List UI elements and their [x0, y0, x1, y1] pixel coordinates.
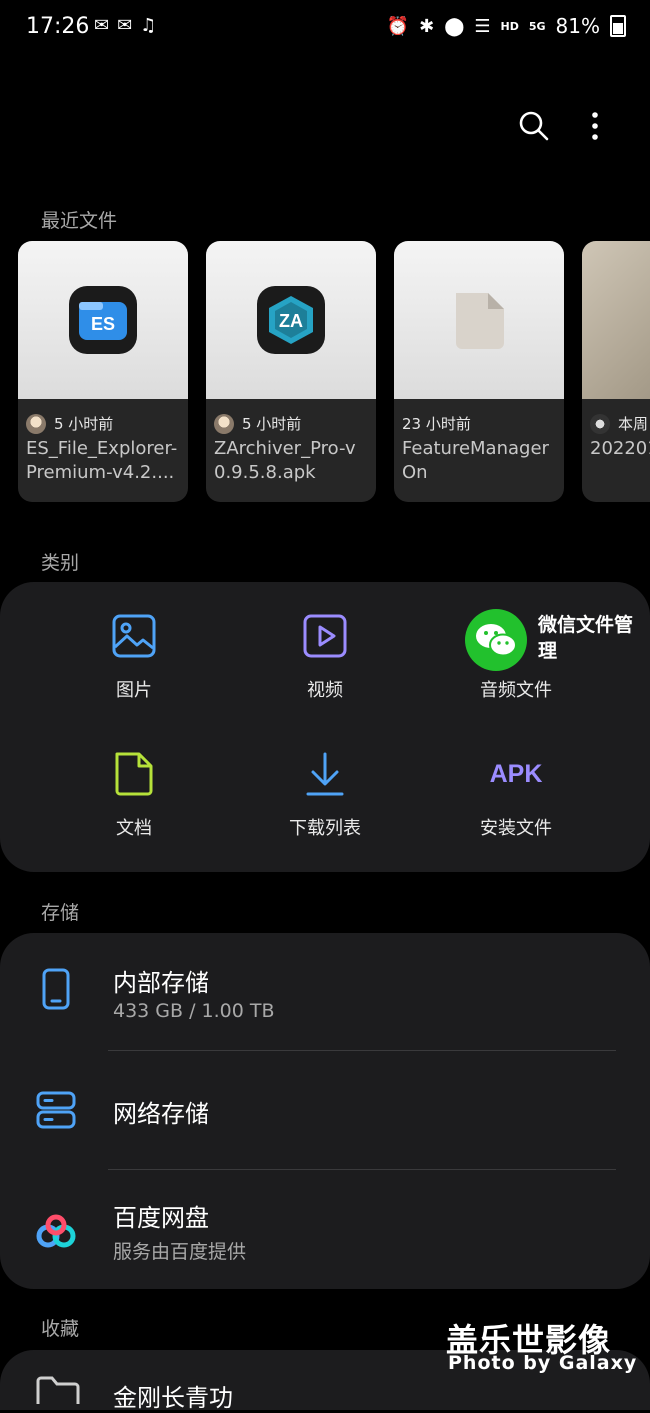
phone-icon	[34, 967, 78, 1011]
storage-title: 网络存储	[113, 1100, 209, 1128]
storage-heading: 存储	[41, 902, 80, 924]
recent-file-time: 5 小时前	[54, 415, 114, 433]
divider	[108, 1169, 616, 1170]
recent-file-name: FeatureManagerOn	[402, 438, 549, 483]
apk-icon-text: APK	[489, 759, 543, 788]
storage-network[interactable]: 网络存储	[0, 1070, 650, 1166]
category-downloads[interactable]: 下载列表	[245, 750, 405, 840]
image-thumbnail	[582, 241, 650, 399]
favorite-item-name[interactable]: 金刚长青功	[113, 1378, 233, 1413]
system-icons: ⏰ ✱ ⬤ ☰ HD 5G 81%	[387, 14, 626, 38]
recent-file-card[interactable]: ZA 5 小时前 ZArchiver_Pro-v0.9.5.8.apk	[206, 241, 376, 502]
more-vertical-icon	[592, 112, 598, 140]
wechat-files-button[interactable]	[465, 609, 527, 671]
category-label: 视频	[307, 680, 343, 701]
battery-icon	[610, 15, 626, 37]
recent-file-thumbnail: ZA	[206, 241, 376, 399]
generic-file-icon	[456, 293, 504, 349]
source-avatar	[214, 413, 234, 434]
watermark-en: Photo by Galaxy	[448, 1352, 638, 1374]
categories-heading: 类别	[41, 552, 80, 574]
recent-file-name: ZArchiver_Pro-v0.9.5.8.apk	[214, 438, 356, 483]
category-documents[interactable]: 文档	[54, 750, 214, 840]
camera-avatar-icon	[590, 413, 610, 434]
recent-file-name: 2022011.jpg	[590, 438, 650, 459]
status-time: 17:26	[26, 14, 90, 39]
recent-file-card[interactable]: 23 小时前 FeatureManagerOn	[394, 241, 564, 502]
category-label: 文档	[116, 818, 152, 839]
storage-title: 内部存储	[113, 969, 209, 997]
wifi-icon: ☰	[474, 15, 491, 37]
folder-icon[interactable]	[36, 1376, 80, 1410]
status-bar: 17:26 ✉ ✉ ♫ ⏰ ✱ ⬤ ☰ HD 5G 81%	[0, 0, 650, 56]
category-installers[interactable]: APK 安装文件	[436, 750, 596, 840]
svg-text:ES: ES	[91, 314, 115, 334]
search-icon	[519, 111, 549, 141]
es-file-explorer-icon: ES	[69, 286, 137, 354]
recent-file-time: 23 小时前	[402, 415, 471, 433]
recent-files-carousel[interactable]: ES 5 小时前 ES_File_Explorer-Premium-v4.2..…	[18, 241, 650, 503]
storage-title: 百度网盘	[113, 1204, 209, 1232]
wechat-files-label[interactable]: 微信文件管理	[538, 612, 634, 664]
wechat-icon	[476, 624, 517, 657]
favorites-heading: 收藏	[41, 1318, 80, 1340]
category-label: 安装文件	[480, 818, 552, 839]
category-label: 图片	[116, 680, 152, 701]
notification-icons: ✉ ✉ ♫	[94, 15, 156, 36]
search-button[interactable]	[514, 106, 554, 146]
apk-icon: APK	[489, 750, 543, 798]
zarchiver-icon: ZA	[257, 286, 325, 354]
download-icon	[301, 750, 349, 798]
recent-files-heading: 最近文件	[41, 210, 118, 232]
divider	[108, 1050, 616, 1051]
image-icon	[110, 612, 158, 660]
storage-baidu[interactable]: 百度网盘 服务由百度提供	[0, 1190, 650, 1282]
battery-percent: 81%	[555, 14, 600, 38]
category-label: 下载列表	[289, 818, 361, 839]
bell-notification-icon: ♫	[140, 15, 157, 36]
server-icon	[34, 1088, 78, 1132]
video-icon	[301, 612, 349, 660]
recent-file-card[interactable]: ES 5 小时前 ES_File_Explorer-Premium-v4.2..…	[18, 241, 188, 502]
wechat-notification-icon: ✉	[94, 15, 110, 36]
location-icon: ⬤	[444, 15, 465, 37]
category-images[interactable]: 图片	[54, 612, 214, 702]
baidu-netdisk-icon	[34, 1210, 78, 1254]
recent-file-card[interactable]: 本周 2022011.jpg	[582, 241, 650, 502]
recent-file-time: 5 小时前	[242, 415, 302, 433]
document-icon	[110, 750, 158, 798]
network-indicator: 5G	[528, 19, 546, 33]
recent-file-thumbnail	[394, 241, 564, 399]
source-avatar	[26, 413, 46, 434]
storage-subtitle: 服务由百度提供	[113, 1241, 247, 1263]
recent-file-thumbnail: ES	[18, 241, 188, 399]
svg-text:ZA: ZA	[279, 311, 303, 331]
recent-file-time: 本周	[618, 415, 649, 433]
wechat-notification-icon: ✉	[117, 15, 133, 36]
category-label: 音频文件	[480, 680, 552, 701]
storage-internal[interactable]: 内部存储 433 GB / 1.00 TB	[0, 955, 650, 1049]
recent-file-name: ES_File_Explorer-Premium-v4.2....	[26, 438, 178, 483]
more-options-button[interactable]	[575, 106, 615, 146]
storage-usage: 433 GB / 1.00 TB	[113, 1000, 275, 1022]
hd-indicator: HD	[500, 19, 519, 33]
category-videos[interactable]: 视频	[245, 612, 405, 702]
alarm-icon: ⏰	[386, 15, 410, 37]
bluetooth-icon: ✱	[419, 15, 435, 37]
